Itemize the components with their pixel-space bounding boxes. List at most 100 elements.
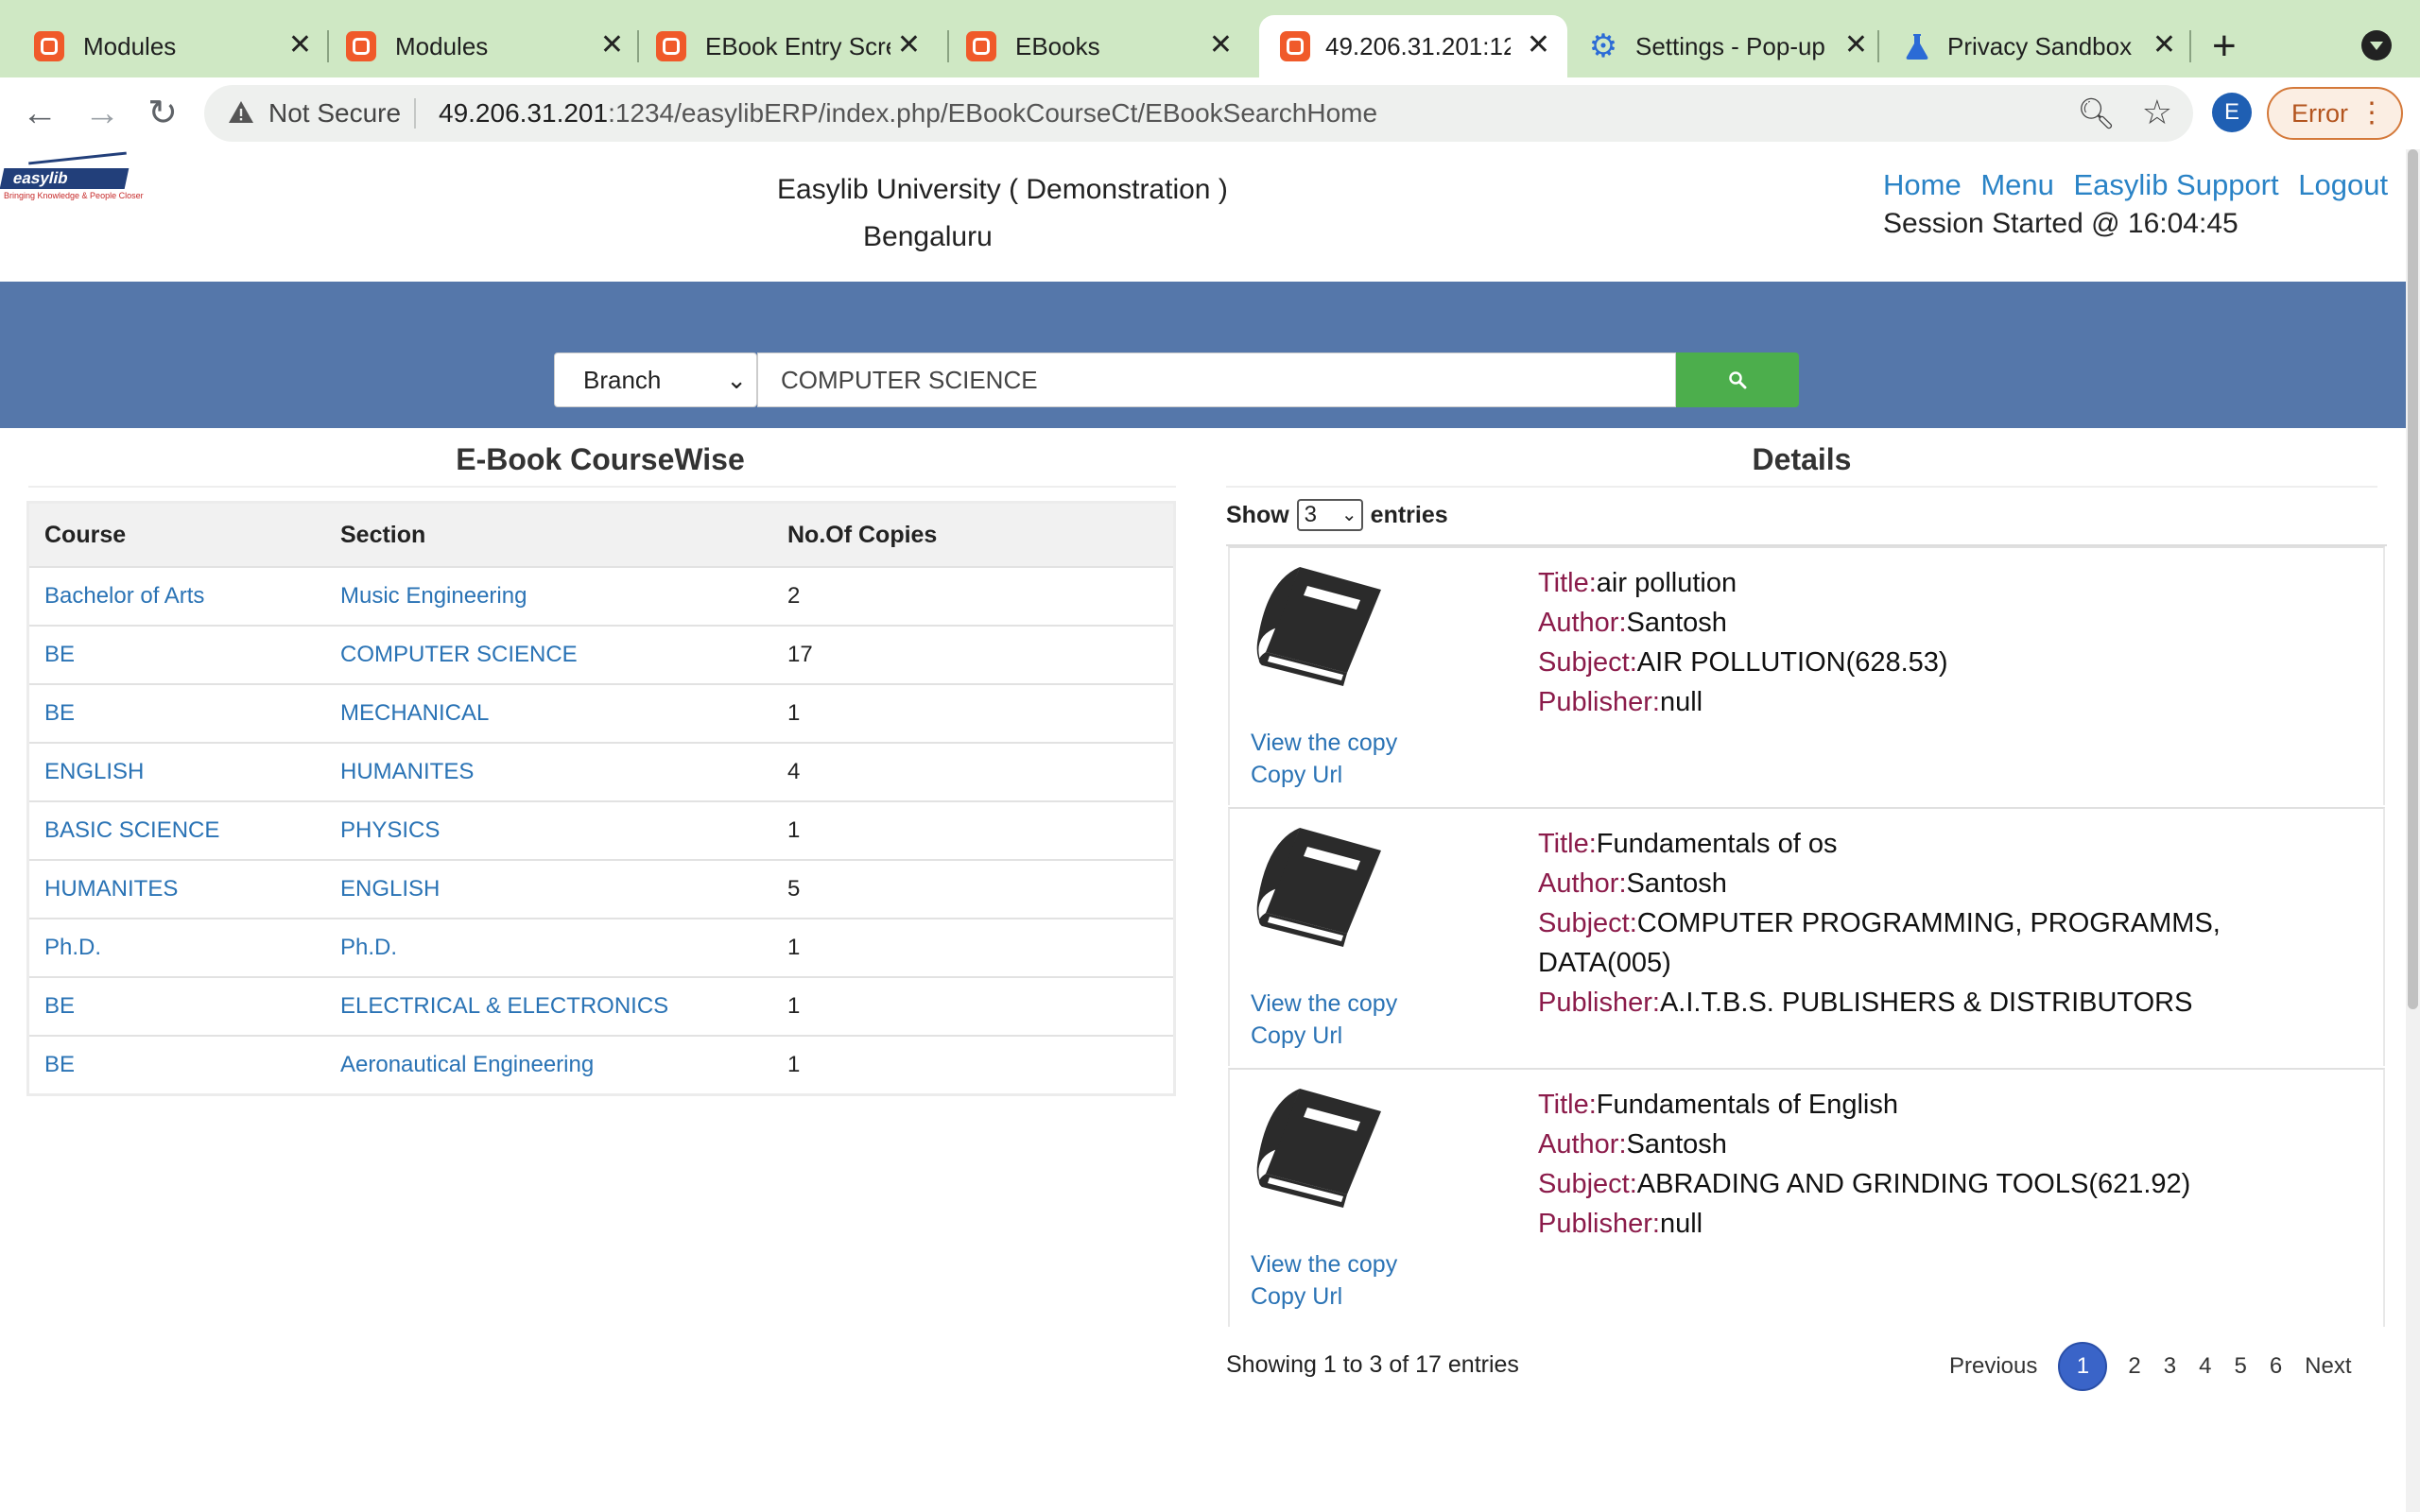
view-copy-link[interactable]: View the copy: [1251, 1251, 1397, 1279]
section-link[interactable]: Ph.D.: [325, 935, 772, 961]
url-host: 49.206.31.201: [439, 98, 608, 128]
view-copy-link[interactable]: View the copy: [1251, 730, 1397, 757]
bookmark-star-icon[interactable]: ☆: [2142, 93, 2172, 132]
copy-url-link[interactable]: Copy Url: [1251, 1283, 1342, 1311]
back-arrow-icon[interactable]: ←: [19, 93, 60, 134]
tab-label: Modules: [395, 32, 488, 61]
browser-tab[interactable]: ⚙ Settings - Pop-up ✕: [1569, 15, 1885, 77]
course-link[interactable]: ENGLISH: [29, 759, 325, 785]
pagination-page[interactable]: 3: [2164, 1353, 2176, 1380]
pagination-page-current[interactable]: 1: [2058, 1342, 2107, 1391]
course-link[interactable]: BASIC SCIENCE: [29, 817, 325, 844]
nav-support-link[interactable]: Easylib Support: [2074, 168, 2279, 201]
logo-swoosh: [28, 152, 127, 165]
tab-label: Privacy Sandbox: [1947, 32, 2132, 61]
pagination-page[interactable]: 2: [2128, 1353, 2140, 1380]
pagination-previous[interactable]: Previous: [1949, 1353, 2037, 1380]
logo-tagline: Bringing Knowledge & People Closer: [4, 191, 144, 200]
table-row: Ph.D. Ph.D. 1: [29, 918, 1173, 976]
meta-author: Author:Santosh: [1538, 1125, 2294, 1164]
meta-title: Title:Fundamentals of os: [1538, 824, 2294, 864]
course-link[interactable]: BE: [29, 1052, 325, 1078]
copies-count: 1: [772, 993, 1169, 1020]
search-button[interactable]: [1676, 352, 1799, 407]
university-name: Easylib University ( Demonstration ): [777, 174, 1228, 206]
gear-icon: ⚙: [1588, 31, 1618, 61]
meta-subject-label: Subject:: [1538, 647, 1637, 678]
table-row: HUMANITES ENGLISH 5: [29, 859, 1173, 918]
profile-avatar[interactable]: E: [2212, 93, 2252, 132]
copy-url-link[interactable]: Copy Url: [1251, 762, 1342, 789]
nav-menu-link[interactable]: Menu: [1980, 168, 2054, 201]
course-link[interactable]: BE: [29, 700, 325, 727]
new-tab-plus-icon[interactable]: +: [2212, 21, 2237, 72]
view-copy-link[interactable]: View the copy: [1251, 990, 1397, 1018]
reload-icon[interactable]: ↻: [142, 93, 183, 134]
tab-search-chevron-icon[interactable]: [2361, 30, 2392, 60]
zoom-icon[interactable]: 🔍︎: [2077, 95, 2116, 131]
close-icon[interactable]: ✕: [2152, 28, 2176, 62]
copy-url-link[interactable]: Copy Url: [1251, 1022, 1342, 1050]
section-link[interactable]: MECHANICAL: [325, 700, 772, 727]
section-link[interactable]: Music Engineering: [325, 583, 772, 610]
entries-per-page-select[interactable]: 3 ⌄: [1297, 499, 1363, 531]
course-link[interactable]: BE: [29, 642, 325, 668]
pagination-next[interactable]: Next: [2305, 1353, 2351, 1380]
section-link[interactable]: ELECTRICAL & ELECTRONICS: [325, 993, 772, 1020]
browser-tab-active[interactable]: 49.206.31.201:12 ✕: [1259, 15, 1567, 77]
error-chip-button[interactable]: Error ⋮: [2267, 87, 2403, 140]
meta-publisher-value: null: [1660, 1209, 1703, 1239]
close-icon[interactable]: ✕: [1844, 28, 1868, 62]
page-scrollbar[interactable]: [2406, 149, 2420, 1512]
browser-tab[interactable]: EBooks ✕: [932, 15, 1250, 77]
browser-tab[interactable]: EBook Entry Scre ✕: [622, 15, 938, 77]
section-link[interactable]: HUMANITES: [325, 759, 772, 785]
section-link[interactable]: PHYSICS: [325, 817, 772, 844]
browser-tab[interactable]: Privacy Sandbox ✕: [1881, 15, 2193, 77]
search-field-select[interactable]: Branch ⌄: [554, 352, 757, 407]
xampp-icon: [346, 31, 376, 61]
logo-wordmark: easylib: [0, 168, 129, 189]
close-icon[interactable]: ✕: [288, 28, 312, 62]
address-bar[interactable]: Not Secure 49.206.31.201:1234/easylibERP…: [204, 85, 2193, 142]
table-row: BASIC SCIENCE PHYSICS 1: [29, 800, 1173, 859]
meta-author-value: Santosh: [1627, 1129, 1727, 1160]
nav-logout-link[interactable]: Logout: [2298, 168, 2388, 201]
meta-publisher-label: Publisher:: [1538, 1209, 1660, 1239]
close-icon[interactable]: ✕: [600, 28, 624, 62]
course-link[interactable]: BE: [29, 993, 325, 1020]
close-icon[interactable]: ✕: [1527, 28, 1550, 62]
chevron-down-icon: ⌄: [1341, 501, 1357, 529]
course-link[interactable]: HUMANITES: [29, 876, 325, 902]
close-icon[interactable]: ✕: [897, 28, 921, 62]
search-input[interactable]: COMPUTER SCIENCE: [757, 352, 1676, 407]
scrollbar-thumb[interactable]: [2408, 149, 2418, 1009]
table-row: Bachelor of Arts Music Engineering 2: [29, 566, 1173, 625]
browser-tab[interactable]: Modules ✕: [0, 15, 329, 77]
course-link[interactable]: Ph.D.: [29, 935, 325, 961]
warning-triangle-icon: [227, 98, 255, 127]
copies-count: 1: [772, 700, 1169, 727]
not-secure-label[interactable]: Not Secure: [268, 98, 401, 129]
meta-author: Author:Santosh: [1538, 864, 2294, 903]
section-link[interactable]: COMPUTER SCIENCE: [325, 642, 772, 668]
close-icon[interactable]: ✕: [1209, 28, 1233, 62]
pagination-page[interactable]: 4: [2199, 1353, 2211, 1380]
copies-count: 1: [772, 1052, 1169, 1078]
forward-arrow-icon[interactable]: →: [81, 93, 123, 134]
book-icon: [1249, 822, 1387, 954]
meta-subject: Subject:COMPUTER PROGRAMMING, PROGRAMMS,…: [1538, 903, 2294, 983]
easylib-logo[interactable]: easylib Bringing Knowledge & People Clos…: [0, 149, 132, 208]
show-entries-control: Show 3 ⌄ entries: [1226, 499, 1448, 531]
browser-tab[interactable]: Modules ✕: [312, 15, 641, 77]
url-text[interactable]: 49.206.31.201:1234/easylibERP/index.php/…: [439, 98, 1377, 129]
nav-home-link[interactable]: Home: [1883, 168, 1962, 201]
section-link[interactable]: ENGLISH: [325, 876, 772, 902]
table-row: ENGLISH HUMANITES 4: [29, 742, 1173, 800]
pagination-page[interactable]: 5: [2234, 1353, 2246, 1380]
section-link[interactable]: Aeronautical Engineering: [325, 1052, 772, 1078]
course-link[interactable]: Bachelor of Arts: [29, 583, 325, 610]
pagination-page[interactable]: 6: [2270, 1353, 2282, 1380]
meta-publisher: Publisher:null: [1538, 682, 2294, 722]
column-header-course: Course: [29, 522, 325, 549]
